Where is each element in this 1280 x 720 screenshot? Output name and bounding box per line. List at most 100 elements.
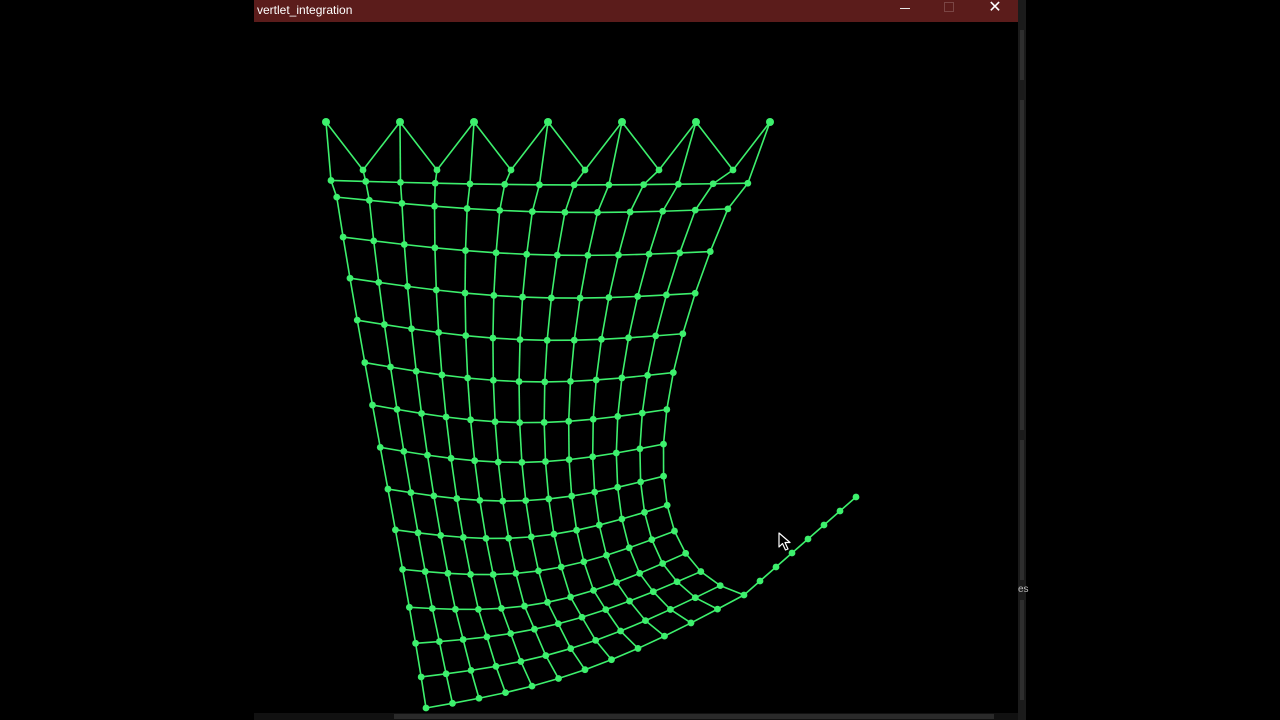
cloth-point[interactable] [375,279,383,286]
cloth-point[interactable] [644,371,651,379]
cloth-point[interactable] [618,118,626,126]
cloth-point[interactable] [407,489,415,497]
cloth-point[interactable] [598,335,605,343]
cloth-point[interactable] [666,606,674,613]
cloth-point[interactable] [462,247,469,254]
cloth-point[interactable] [399,565,406,573]
cloth-point[interactable] [535,567,542,575]
cloth-point[interactable] [692,118,700,126]
cloth-point[interactable] [523,250,531,258]
cloth-point[interactable] [555,675,562,682]
cloth-point[interactable] [605,181,613,189]
cloth-point[interactable] [591,488,599,496]
cloth-point[interactable] [772,563,780,571]
cloth-point[interactable] [618,515,626,523]
cloth-point[interactable] [501,181,509,188]
cloth-point[interactable] [418,410,425,417]
cloth-point[interactable] [573,526,580,534]
cloth-point[interactable] [431,202,438,210]
cloth-point[interactable] [516,336,524,344]
cloth-point[interactable] [507,166,515,174]
cloth-point[interactable] [400,241,408,248]
cloth-point[interactable] [444,569,452,577]
cloth-point[interactable] [691,206,699,214]
cloth-point[interactable] [613,578,620,586]
cloth-point[interactable] [489,334,497,342]
cloth-point[interactable] [671,527,678,535]
cloth-point[interactable] [471,457,479,465]
cloth-point[interactable] [408,325,415,333]
cloth-point[interactable] [674,180,682,188]
cloth-point[interactable] [462,332,470,340]
cloth-point[interactable] [625,334,632,342]
cloth-point[interactable] [528,682,536,690]
cloth-point[interactable] [463,205,471,212]
cloth-point[interactable] [626,208,634,216]
cloth-point[interactable] [449,699,456,707]
cloth-point[interactable] [682,549,690,557]
cloth-point[interactable] [724,205,732,213]
cloth-point[interactable] [608,656,615,664]
cloth-point[interactable] [452,605,459,613]
cloth-point[interactable] [542,458,549,465]
maximize-button[interactable] [926,0,972,22]
cloth-point[interactable] [442,413,450,421]
cloth-point[interactable] [626,597,633,605]
cloth-point[interactable] [482,534,490,542]
cloth-point[interactable] [491,418,499,426]
cloth-point[interactable] [414,529,422,537]
cloth-point[interactable] [387,363,394,371]
cloth-point[interactable] [637,478,645,486]
cloth-point[interactable] [518,459,526,466]
cloth-point[interactable] [676,249,684,257]
cloth-point[interactable] [589,453,597,461]
cloth-point[interactable] [659,560,667,567]
cloth-point[interactable] [531,625,538,633]
cloth-point[interactable] [369,401,376,409]
cloth-point[interactable] [384,485,392,493]
cloth-point[interactable] [567,593,574,601]
cloth-point[interactable] [496,206,504,214]
cloth-point[interactable] [612,449,620,457]
cloth-point[interactable] [459,533,467,541]
cloth-point[interactable] [557,563,565,571]
cloth-point[interactable] [578,613,586,621]
cloth-point[interactable] [638,409,646,417]
cloth-point[interactable] [467,416,475,424]
cloth-point[interactable] [494,458,502,466]
cloth-point[interactable] [852,493,860,501]
cloth-point[interactable] [592,636,600,644]
cloth-point[interactable] [570,336,578,344]
cloth-point[interactable] [836,507,844,515]
cloth-point[interactable] [636,445,644,453]
cloth-point[interactable] [744,179,752,187]
cloth-point[interactable] [545,495,553,503]
cloth-point[interactable] [804,535,812,543]
cloth-point[interactable] [476,496,484,504]
cloth-point[interactable] [584,251,592,259]
cloth-point[interactable] [580,558,588,566]
cloth-point[interactable] [729,166,737,174]
cloth-point[interactable] [365,196,373,204]
cloth-point[interactable] [766,118,774,126]
cloth-point[interactable] [498,604,505,612]
simulation-viewport[interactable] [254,22,1018,720]
cloth-point[interactable] [380,321,388,328]
cloth-point[interactable] [467,666,475,674]
cloth-point[interactable] [430,492,438,500]
cloth-point[interactable] [669,369,677,376]
cloth-point[interactable] [614,413,622,420]
cloth-point[interactable] [691,594,699,602]
cloth-point[interactable] [522,497,530,505]
cloth-point[interactable] [339,233,347,241]
cloth-point[interactable] [424,451,431,459]
cloth-point[interactable] [568,492,576,500]
cloth-point[interactable] [603,551,610,559]
cloth-point[interactable] [541,378,549,386]
cloth-point[interactable] [547,294,555,302]
cloth-point[interactable] [322,118,330,126]
cloth-point[interactable] [466,180,474,188]
cloth-point[interactable] [515,378,523,385]
cloth-point[interactable] [649,588,657,596]
cloth-point[interactable] [431,244,439,252]
